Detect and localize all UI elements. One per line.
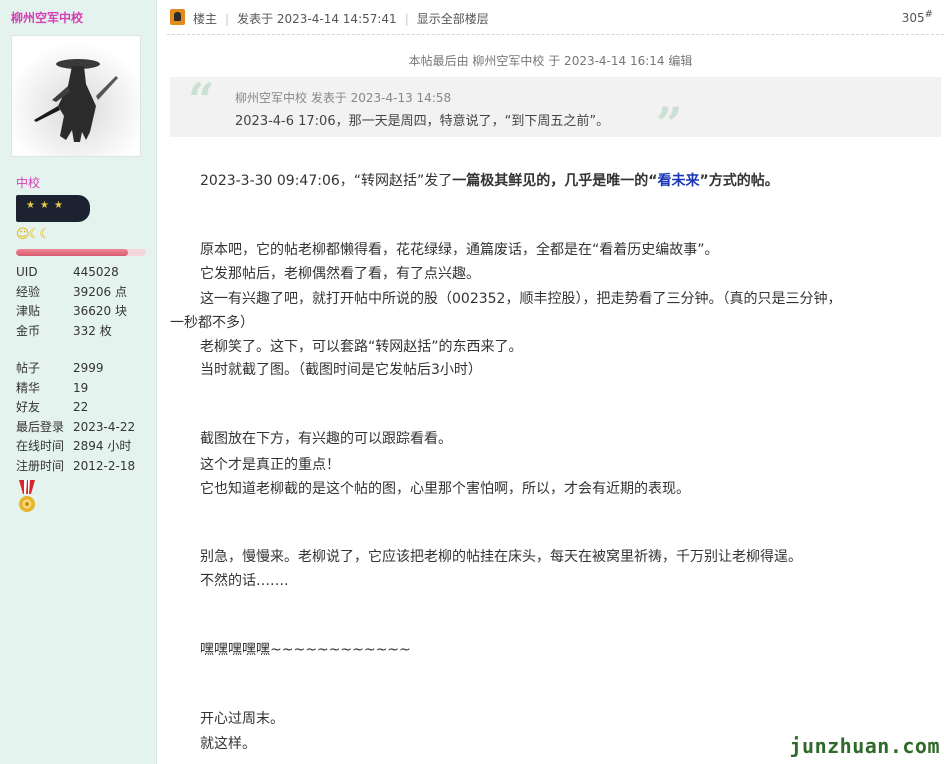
- stat-label: UID: [16, 265, 38, 279]
- stat-label: 注册时间: [16, 458, 65, 473]
- moon-icon: ☾: [39, 227, 51, 242]
- level-progress-bar: [16, 249, 146, 256]
- moon-icon: ☾: [28, 227, 41, 242]
- user-stats-b: 帖子 2999 精华 19 好友 22 最后登录 2023-4-22 在线时间 2894 …: [16, 359, 152, 476]
- post-paragraph: 这一有兴趣了吧，就打开帖中所说的股（002352，顺丰控股），把走势看了三分钟。…: [200, 291, 842, 307]
- post-paragraph: 截图放在下方，有兴趣的可以跟踪看看。: [200, 431, 452, 447]
- post-text-highlight: 看未来: [657, 173, 700, 189]
- quote-block: “ 柳州空军中校 发表于 2023-4-13 14:58 2023-4-6 17…: [170, 73, 941, 147]
- stat-label: 金币: [16, 323, 41, 338]
- stat-value: 2012-2-18: [73, 458, 136, 473]
- stat-value[interactable]: 19: [73, 381, 88, 395]
- post-paragraph: 原本吧，它的帖老柳都懒得看，花花绿绿，通篇废话，全都是在“看着历史编故事”。: [200, 242, 719, 258]
- rank-title: 中校: [16, 176, 41, 190]
- post-text: 2023-3-30 09:47:06，“转网赵括”发了: [200, 173, 453, 189]
- stat-row: 精华 19: [16, 379, 152, 399]
- stat-label: 精华: [16, 380, 41, 395]
- level-icons: ☺☾☾: [16, 227, 51, 242]
- stat-label: 津贴: [16, 304, 41, 318]
- floor-hash: #: [924, 9, 933, 20]
- stat-value: 2023-4-22: [73, 419, 136, 434]
- post-header: 楼主 | 发表于 2023-4-14 14:57:41 | 显示全部楼层 305#: [157, 0, 944, 34]
- edit-note: 本帖最后由 柳州空军中校 于 2023-4-14 16:14 编辑: [408, 54, 693, 68]
- show-all-floors-link[interactable]: 显示全部楼层: [417, 12, 489, 26]
- sun-icon: ☺: [16, 227, 30, 242]
- site-watermark: junzhuan.com: [789, 734, 940, 758]
- level-progress-fill: [16, 249, 128, 256]
- stat-label: 在线时间: [16, 439, 65, 453]
- thread-owner-icon: [170, 9, 185, 25]
- stat-row: 最后登录 2023-4-22: [16, 418, 152, 438]
- floor-number-value: 305: [901, 11, 925, 25]
- stat-value[interactable]: 445028: [73, 265, 119, 279]
- stat-row: 注册时间 2012-2-18: [16, 457, 152, 477]
- stat-value: 332 枚: [73, 323, 112, 338]
- stat-row: 在线时间 2894 小时: [16, 437, 152, 457]
- stat-label: 好友: [16, 400, 41, 414]
- post-paragraph: 别急，慢慢来。老柳说了，它应该把老柳的帖挂在床头，每天在被窝里祈祷，千万别让老柳…: [200, 549, 802, 565]
- rank-insignia-icon: ★ ★ ★: [16, 195, 90, 222]
- stat-row: UID 445028: [16, 263, 152, 283]
- stat-row: 帖子 2999: [16, 359, 152, 379]
- stat-label: 帖子: [16, 361, 41, 375]
- stat-row: 金币 332 枚: [16, 322, 152, 342]
- user-sidebar: 柳州空军中校 中校 ★ ★ ★ ☺☾☾ UID 445028 经验 39206 …: [0, 0, 157, 764]
- stat-row: 津贴 36620 块: [16, 302, 152, 322]
- owner-label: 楼主: [193, 12, 218, 26]
- post-text-bold: 一篇极其鲜见的，几乎是唯一的“: [452, 173, 658, 189]
- meta-separator: |: [404, 12, 409, 26]
- post-paragraph: 2023-3-30 09:47:06，“转网赵括”发了一篇极其鲜见的，几乎是唯一…: [200, 170, 779, 194]
- meta-separator: |: [225, 12, 230, 26]
- stat-row: 好友 22: [16, 398, 152, 418]
- post-paragraph: 它也知道老柳截的是这个帖的图，心里那个害怕啊，所以，才会有近期的表现。: [200, 481, 690, 497]
- post-paragraph: 就这样。: [200, 736, 256, 752]
- close-quote-icon: ”: [656, 97, 683, 151]
- stat-value: 2894 小时: [73, 439, 132, 453]
- post-time: 发表于 2023-4-14 14:57:41: [237, 12, 397, 26]
- user-stats-a: UID 445028 经验 39206 点 津贴 36620 块 金币 332 枚: [16, 263, 152, 341]
- post-paragraph: 嘿嘿嘿嘿嘿~~~~~~~~~~~~: [200, 642, 411, 658]
- stat-value: 39206 点: [73, 284, 127, 299]
- post-paragraph: 开心过周末。: [200, 711, 284, 727]
- stat-label: 经验: [16, 284, 41, 299]
- header-divider: [167, 34, 944, 35]
- stat-value: 36620 块: [73, 304, 127, 318]
- quote-text: 2023-4-6 17:06，那一天是周四，特意说了，“到下周五之前”。: [235, 114, 610, 129]
- avatar[interactable]: [11, 35, 141, 157]
- medal-icon[interactable]: [16, 480, 38, 516]
- post-paragraph: 不然的话…….: [200, 573, 289, 589]
- post-paragraph: 一秒都不多）: [170, 315, 254, 331]
- stat-label: 最后登录: [16, 419, 65, 434]
- post-paragraph: 这个才是真正的重点！: [200, 457, 340, 473]
- open-quote-icon: “: [188, 73, 215, 127]
- stat-value[interactable]: 22: [73, 400, 88, 414]
- post-meta: 楼主 | 发表于 2023-4-14 14:57:41 | 显示全部楼层: [193, 10, 489, 27]
- post-text-bold: ”方式的帖。: [699, 173, 779, 189]
- post-paragraph: 老柳笑了。这下，可以套路“转网赵括”的东西来了。: [200, 339, 523, 355]
- floor-number[interactable]: 305#: [902, 9, 933, 25]
- quote-author[interactable]: 柳州空军中校 发表于 2023-4-13 14:58: [235, 89, 451, 106]
- stat-value[interactable]: 2999: [73, 361, 104, 375]
- post-paragraph: 当时就截了图。（截图时间是它发帖后3小时）: [200, 362, 482, 378]
- stat-row: 经验 39206 点: [16, 283, 152, 303]
- username-link[interactable]: 柳州空军中校: [11, 9, 83, 26]
- post-paragraph: 它发那帖后，老柳偶然看了看，有了点兴趣。: [200, 266, 480, 282]
